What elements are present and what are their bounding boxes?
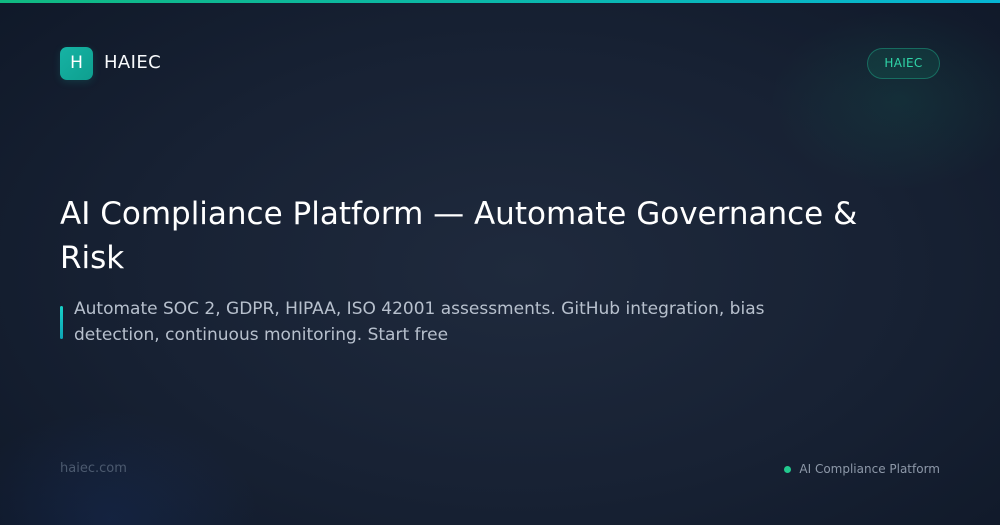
accent-top-bar (0, 0, 1000, 3)
status-dot-icon (784, 465, 792, 473)
footer-label: AI Compliance Platform (799, 462, 940, 476)
brand-badge: HAIEC (867, 48, 940, 79)
share-card: H HAIEC HAIEC AI Compliance Platform — A… (0, 0, 1000, 525)
brand-name: HAIEC (104, 52, 162, 73)
page-title: AI Compliance Platform — Automate Govern… (60, 196, 858, 276)
logo-icon: H (60, 47, 93, 80)
site-domain: haiec.com (60, 461, 127, 476)
page-description: Automate SOC 2, GDPR, HIPAA, ISO 42001 a… (74, 299, 765, 345)
footer-tag: AI Compliance Platform (784, 460, 940, 478)
quote-accent-bar (60, 306, 63, 339)
